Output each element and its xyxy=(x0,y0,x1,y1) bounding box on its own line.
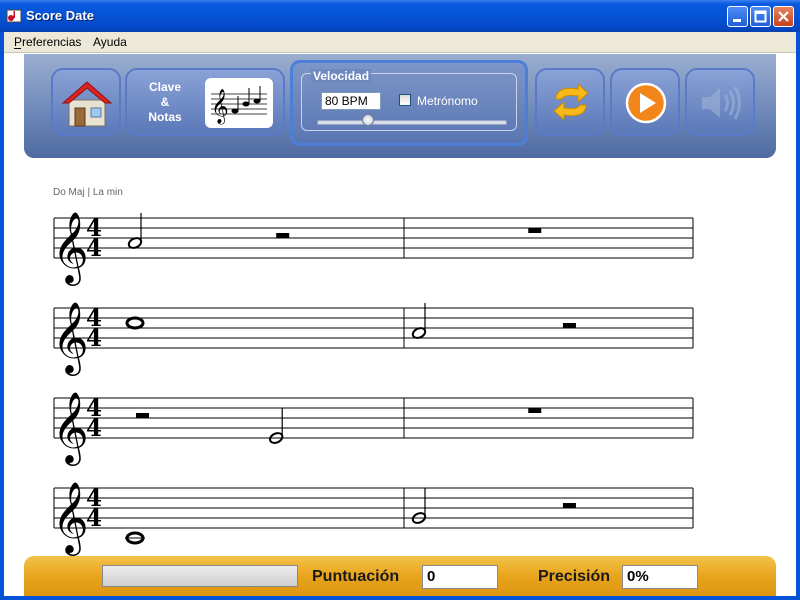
half-rest xyxy=(562,323,576,328)
treble-clef-icon: 𝄞 xyxy=(52,480,89,556)
whole-note xyxy=(125,316,145,330)
treble-clef-icon: 𝄞 xyxy=(52,300,89,376)
score-label: Puntuación xyxy=(312,568,400,585)
whole-rest xyxy=(528,408,542,413)
half-rest xyxy=(562,503,576,508)
time-signature-bottom: 4 xyxy=(86,415,102,442)
whole-rest xyxy=(528,228,542,233)
precision-label: Precisión xyxy=(538,568,611,585)
treble-clef-icon: 𝄞 xyxy=(52,210,89,286)
score-value: 0 xyxy=(422,565,498,589)
time-signature-bottom: 4 xyxy=(86,325,102,352)
progress-bar xyxy=(102,565,298,587)
status-bar: Puntuación 0 Precisión 0% xyxy=(24,556,776,596)
treble-clef-icon: 𝄞 xyxy=(52,390,89,466)
score-sheet: 𝄞44𝄞44𝄞44𝄞44 xyxy=(52,210,694,556)
half-rest xyxy=(276,233,290,238)
half-rest xyxy=(136,413,149,418)
time-signature-bottom: 4 xyxy=(86,235,102,262)
precision-value: 0% xyxy=(622,565,698,589)
time-signature-bottom: 4 xyxy=(86,505,102,532)
